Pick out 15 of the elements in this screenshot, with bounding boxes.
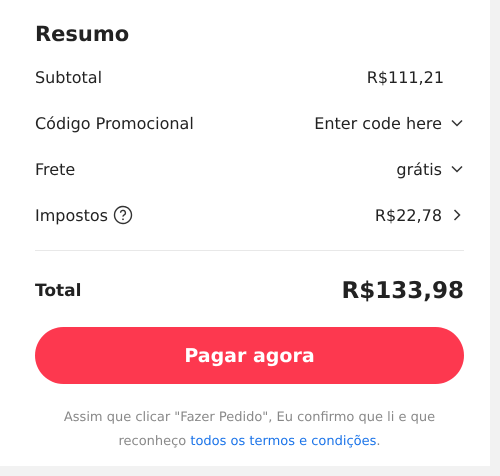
tax-details-link[interactable]: R$22,78: [374, 206, 464, 224]
total-value: R$133,98: [342, 278, 464, 304]
row-label: Código Promocional: [35, 114, 194, 132]
row-value: R$111,21: [366, 68, 444, 86]
summary-title: Resumo: [35, 22, 130, 46]
help-icon[interactable]: [112, 205, 133, 225]
row-label: Subtotal: [35, 68, 102, 86]
row-label: Impostos: [35, 206, 108, 224]
row-label: Frete: [35, 160, 76, 178]
terms-link[interactable]: todos os termos e condições: [190, 434, 376, 449]
dropdown-toggle[interactable]: grátis: [396, 160, 464, 178]
dropdown-toggle[interactable]: Enter code here: [314, 114, 464, 132]
pay-button[interactable]: Pagar agora: [35, 327, 464, 384]
total-label: Total: [35, 281, 82, 301]
terms-text: Assim que clicar "Fazer Pedido", Eu confirmo que li e que reconheço todos os termos e condições.: [62, 409, 436, 451]
